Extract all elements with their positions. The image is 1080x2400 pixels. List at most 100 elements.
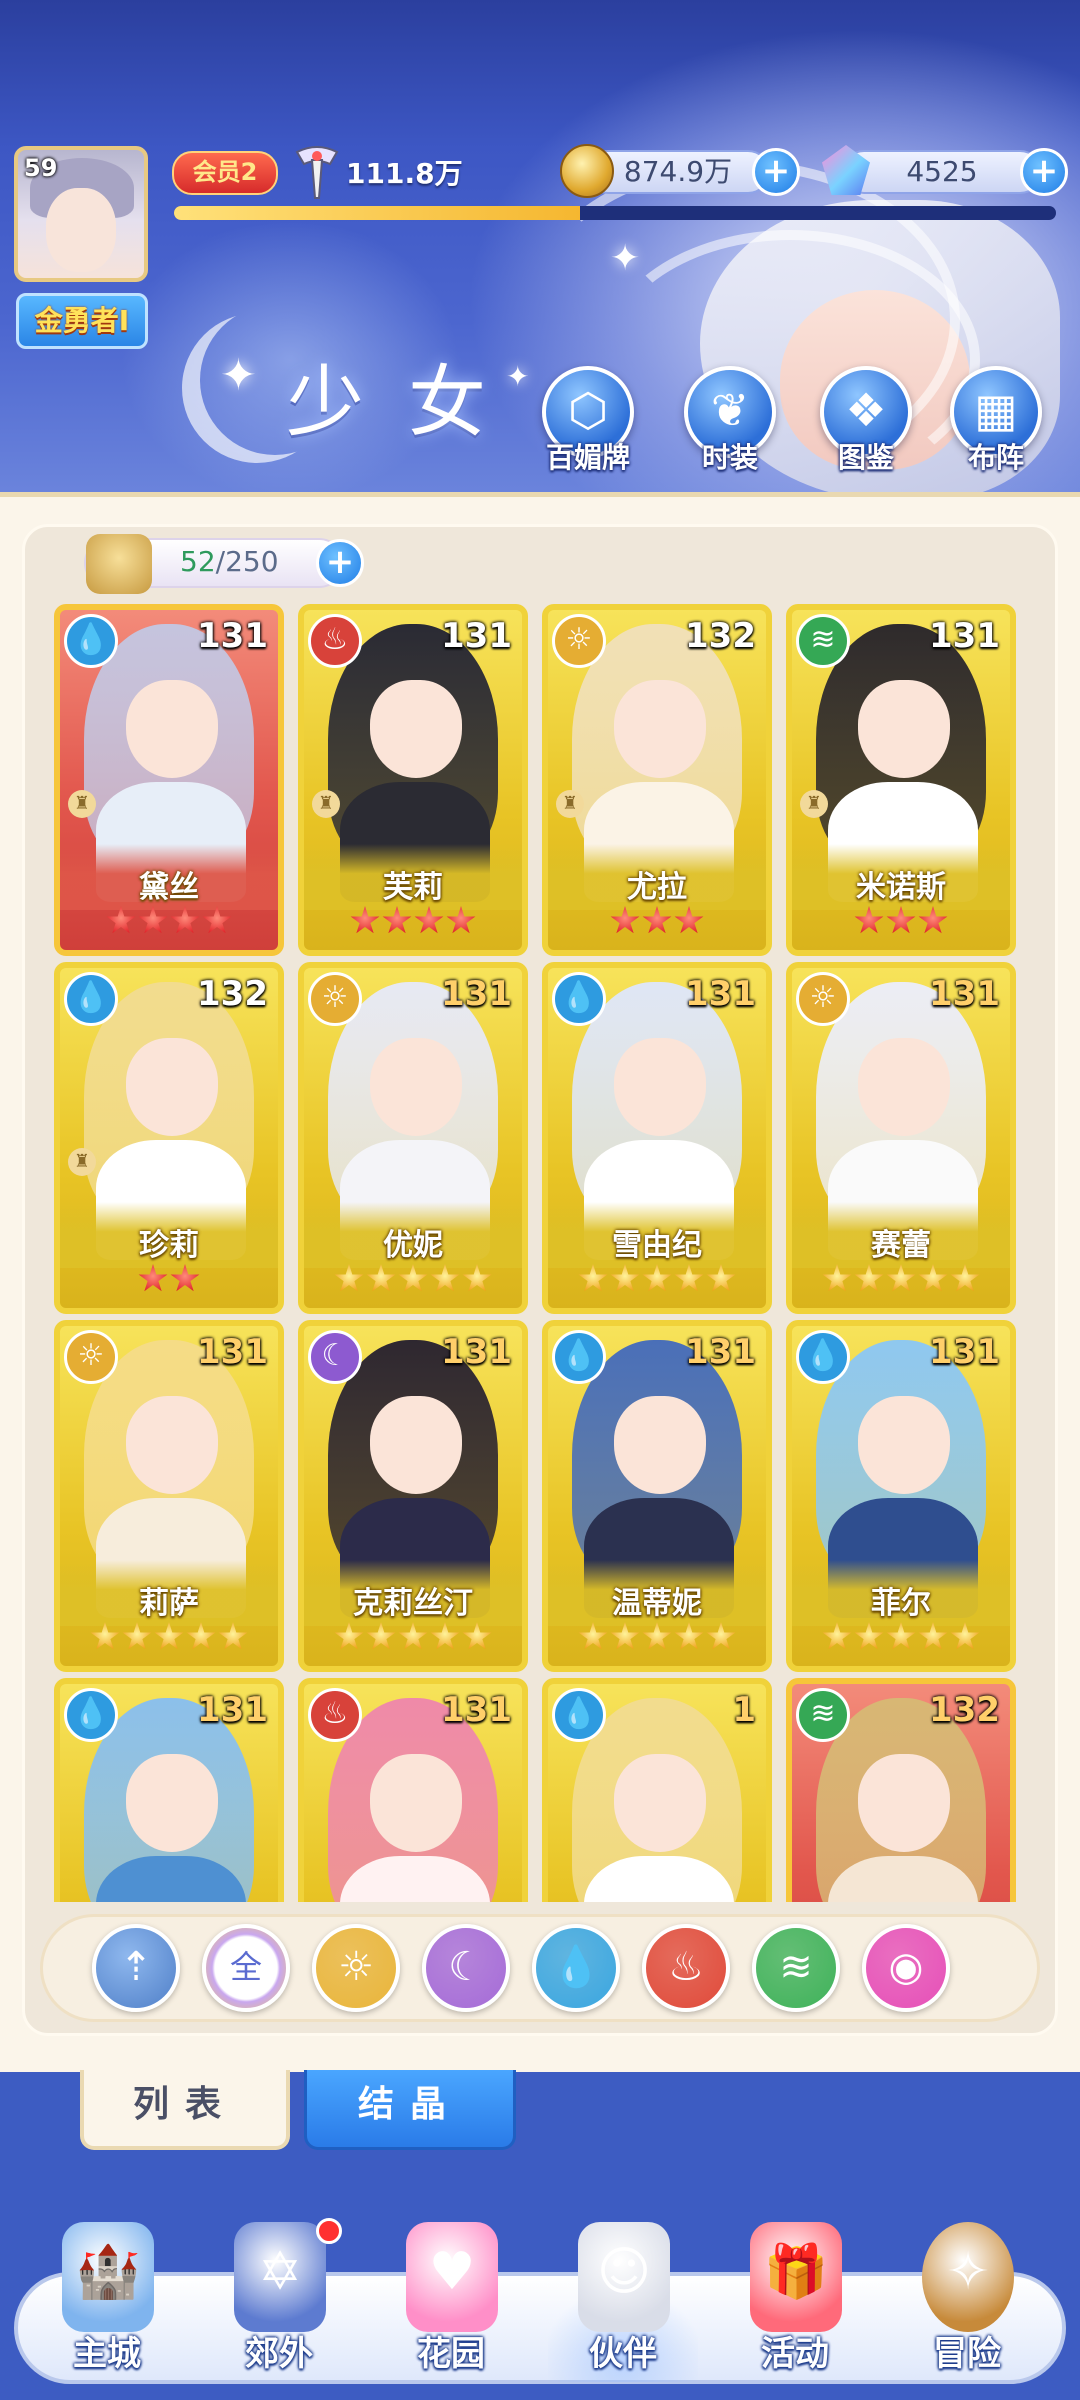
nav-outskirts[interactable]: ✡ 郊外	[204, 2218, 354, 2382]
card-name: 赛蕾	[871, 1228, 931, 1263]
sun-icon: ☼	[64, 1330, 118, 1384]
partner-card[interactable]: ☼ 131 赛蕾	[786, 962, 1016, 1314]
tab-list[interactable]: 列表	[80, 2070, 290, 2150]
star-icon	[170, 906, 200, 934]
card-star-rating	[60, 906, 278, 944]
card-art-face	[370, 1038, 462, 1136]
card-name: 尤拉	[627, 870, 687, 905]
magic-circle-icon: ✡	[234, 2222, 326, 2332]
star-icon	[578, 1264, 608, 1292]
sparkle-icon: ✦	[610, 238, 641, 279]
partner-card[interactable]: 💧 131 温蒂妮	[542, 1320, 772, 1672]
nav-adventure[interactable]: ✧ 冒险	[892, 2222, 1042, 2382]
card-art-face	[858, 680, 950, 778]
add-gold-button[interactable]: +	[752, 148, 800, 196]
fire-icon: ♨	[308, 1688, 362, 1742]
costume-button[interactable]: ❦ 时装	[678, 366, 782, 496]
nav-label: 郊外	[245, 2334, 313, 2374]
card-art-face	[126, 1038, 218, 1136]
deck-button[interactable]: ⬡ 百媚牌	[536, 366, 640, 496]
player-avatar[interactable]: 59	[14, 146, 148, 282]
nav-garden[interactable]: ♥ 花园	[376, 2222, 526, 2382]
wind-icon: ≋	[779, 1944, 813, 1990]
card-art-face	[614, 1754, 706, 1852]
vip-badge[interactable]: 会员2	[172, 151, 278, 195]
partner-card[interactable]: ☾ 131 克莉丝汀	[298, 1320, 528, 1672]
card-art-face	[614, 1038, 706, 1136]
card-name: 克莉丝汀	[353, 1586, 473, 1621]
add-gems-button[interactable]: +	[1020, 148, 1068, 196]
card-star-rating	[60, 1264, 278, 1302]
star-icon	[398, 1264, 428, 1292]
partner-card[interactable]: 💧 131 ♜ 黛丝	[54, 604, 284, 956]
card-name: 雪由纪	[612, 1228, 702, 1263]
heart-icon: ♥	[406, 2222, 498, 2332]
star-icon	[414, 906, 444, 934]
star-icon	[674, 1264, 704, 1292]
capacity-text: 52/250	[180, 545, 279, 578]
water-drop-icon: 💧	[552, 972, 606, 1026]
nav-label: 冒险	[933, 2334, 1001, 2374]
card-art-face	[370, 1396, 462, 1494]
player-level: 59	[24, 154, 58, 182]
filter-dark-button[interactable]: ☾	[422, 1924, 510, 2012]
formation-button[interactable]: ▦ 布阵	[944, 366, 1048, 496]
star-icon	[154, 1622, 184, 1650]
exp-progress-fill	[174, 206, 580, 220]
partner-card[interactable]: 💧 131 菲尔	[786, 1320, 1016, 1672]
tab-crystal[interactable]: 结晶	[304, 2070, 516, 2150]
filter-water-button[interactable]: 💧	[532, 1924, 620, 2012]
nav-main-city[interactable]: 🏰 主城	[32, 2222, 182, 2382]
partner-card[interactable]: ≋ 131 ♜ 米诺斯	[786, 604, 1016, 956]
partner-card[interactable]: ♨ 131 ♜ 芙莉	[298, 604, 528, 956]
card-level: 131	[441, 1332, 512, 1372]
star-icon	[334, 1264, 364, 1292]
card-star-rating	[548, 1622, 766, 1660]
star-icon	[918, 1622, 948, 1650]
filter-fire-button[interactable]: ♨	[642, 1924, 730, 2012]
moon-icon: ☾	[308, 1330, 362, 1384]
star-icon	[138, 906, 168, 934]
card-art-face	[126, 1754, 218, 1852]
star-icon	[642, 1622, 672, 1650]
card-level: 131	[197, 616, 268, 656]
partner-card[interactable]: 💧 1	[542, 1678, 772, 1902]
partner-card[interactable]: ♨ 131	[298, 1678, 528, 1902]
gold-coin-icon	[560, 144, 614, 198]
card-art-face	[858, 1038, 950, 1136]
partner-card[interactable]: 💧 131	[54, 1678, 284, 1902]
card-level: 1	[732, 1690, 756, 1730]
partner-card[interactable]: ☼ 131 莉萨	[54, 1320, 284, 1672]
avatar-face	[46, 188, 116, 272]
filter-special-button[interactable]: ◉	[862, 1924, 950, 2012]
partner-card[interactable]: ☼ 131 优妮	[298, 962, 528, 1314]
partner-card[interactable]: ≋ 132	[786, 1678, 1016, 1902]
star-icon	[950, 1622, 980, 1650]
nav-events[interactable]: 🎁 活动	[720, 2222, 870, 2382]
partner-card[interactable]: ☼ 132 ♜ 尤拉	[542, 604, 772, 956]
card-art-face	[614, 680, 706, 778]
star-icon	[366, 1264, 396, 1292]
player-name[interactable]: 金勇者I	[16, 293, 148, 349]
star-icon	[382, 906, 412, 934]
star-icon	[854, 1264, 884, 1292]
partner-card[interactable]: 💧 132 ♜ 珍莉	[54, 962, 284, 1314]
expand-capacity-button[interactable]: +	[316, 539, 364, 587]
filter-all-button[interactable]: 全	[202, 1924, 290, 2012]
card-art-face	[614, 1396, 706, 1494]
nav-label: 主城	[73, 2334, 141, 2374]
codex-button[interactable]: ❖ 图鉴	[814, 366, 918, 496]
orb-icon: ◉	[888, 1944, 924, 1990]
card-level: 131	[197, 1690, 268, 1730]
nav-partners[interactable]: ☺ 伙伴	[548, 2222, 698, 2382]
water-drop-icon: 💧	[796, 1330, 850, 1384]
moon-icon: ☾	[448, 1944, 484, 1990]
filter-wind-button[interactable]: ≋	[752, 1924, 840, 2012]
capacity-current: 52	[180, 545, 216, 578]
filter-sort-button[interactable]: ⇡	[92, 1924, 180, 2012]
partner-card[interactable]: 💧 131 雪由纪	[542, 962, 772, 1314]
filter-light-button[interactable]: ☼	[312, 1924, 400, 2012]
sort-arrows-icon: ⇡	[119, 1944, 153, 1990]
deck-label: 百媚牌	[545, 441, 630, 474]
star-icon	[674, 1622, 704, 1650]
